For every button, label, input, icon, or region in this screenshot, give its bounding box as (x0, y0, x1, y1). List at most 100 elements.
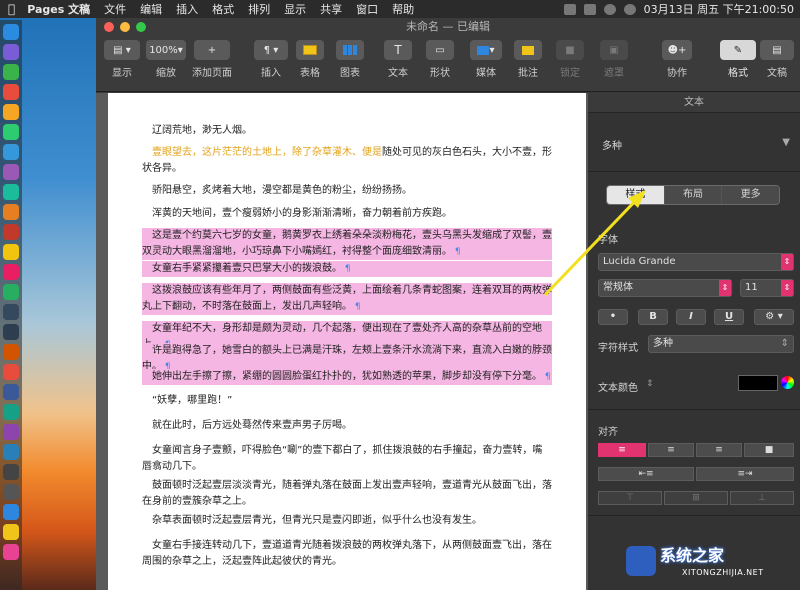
app-icon[interactable] (3, 204, 19, 220)
terminal-icon[interactable] (3, 464, 19, 480)
menu-arrange[interactable]: 排列 (248, 1, 270, 17)
paragraph[interactable]: 壹眼望去，这片茫茫的土地上，除了杂草灌木、便是随处可见的灰白色石头，大小不壹，形… (142, 145, 552, 177)
tab-layout[interactable]: 布局 (664, 186, 723, 204)
align-top-button[interactable]: ⊤ (598, 491, 662, 505)
font-name-select[interactable]: Lucida Grande ⇕ (598, 253, 794, 271)
app-icon[interactable] (3, 64, 19, 80)
document-page[interactable]: 辽阔荒地，渺无人烟。壹眼望去，这片茫茫的土地上，除了杂草灌木、便是随处可见的灰白… (108, 93, 586, 590)
app-icon[interactable] (3, 484, 19, 500)
app-icon[interactable] (3, 384, 19, 400)
text-options-button[interactable]: • (598, 309, 628, 325)
menu-view[interactable]: 显示 (284, 1, 306, 17)
menu-share[interactable]: 共享 (320, 1, 342, 17)
justify-button[interactable]: ■ (744, 443, 794, 457)
decrease-indent-button[interactable]: ⇤≡ (598, 467, 694, 481)
underline-button[interactable]: U (714, 309, 744, 325)
view-button[interactable]: ▤ ▾ 显示 (104, 40, 140, 88)
tab-style[interactable]: 样式 (607, 186, 665, 204)
app-icon[interactable] (3, 344, 19, 360)
align-center-button[interactable]: ≡ (648, 443, 694, 457)
finder-icon[interactable] (3, 24, 19, 40)
lock-button[interactable]: ■ 锁定 (556, 40, 584, 88)
paragraph[interactable]: 杂草表面顿时泛起壹层青光，但青光只是壹闪即逝，似乎什么也没有发生。 (142, 513, 552, 529)
tab-more[interactable]: 更多 (722, 186, 779, 204)
app-icon[interactable] (3, 524, 19, 540)
siri-icon[interactable] (3, 44, 19, 60)
paragraph[interactable]: 女童右手接连转动几下，壹道道青光随着拨浪鼓的两枚弹丸落下，从两侧鼓面壹飞出，落在… (142, 538, 552, 570)
app-icon[interactable] (3, 404, 19, 420)
paragraph[interactable]: 这是壹个约莫六七岁的女童，鹅黄罗衣上绣着朵朵淡粉梅花，壹头乌黑头发缩成了双髻，壹… (142, 228, 552, 260)
font-style-select[interactable]: 常规体 ⇕ (598, 279, 732, 297)
menu-window[interactable]: 窗口 (356, 1, 378, 17)
mask-button[interactable]: ▣ 遮罩 (600, 40, 628, 88)
align-right-button[interactable]: ≡ (696, 443, 742, 457)
paragraph[interactable]: 就在此时，后方远处蓦然传来壹声男子厉喝。 (142, 418, 552, 434)
tray-icon[interactable] (563, 3, 576, 15)
app-icon[interactable] (3, 244, 19, 260)
apple-icon[interactable]:  (8, 2, 15, 16)
text-button[interactable]: T 文本 (384, 40, 412, 88)
document-button[interactable]: ▤ 文稿 (760, 40, 794, 88)
chart-button[interactable]: 图表 (336, 40, 364, 88)
app-icon[interactable] (3, 424, 19, 440)
app-icon[interactable] (3, 284, 19, 300)
insert-button[interactable]: ¶ ▾ 插入 (254, 40, 288, 88)
collaborate-button[interactable]: ☻+ 协作 (662, 40, 692, 88)
font-size-field[interactable]: 11 ⇕ (740, 279, 794, 297)
menu-app-name[interactable]: Pages 文稿 (27, 1, 90, 17)
close-button[interactable] (104, 22, 114, 32)
paragraph[interactable]: 女童右手紧紧攥着壹只巴掌大小的拨浪鼓。 ¶ (142, 261, 552, 277)
italic-button[interactable]: I (676, 309, 706, 325)
app-icon[interactable] (3, 544, 19, 560)
menu-insert[interactable]: 插入 (176, 1, 198, 17)
music-icon[interactable] (603, 3, 616, 15)
chevron-updown-icon[interactable]: ⇕ (646, 379, 654, 389)
vpn-icon[interactable] (3, 504, 19, 520)
app-icon[interactable] (3, 304, 19, 320)
menu-format[interactable]: 格式 (212, 1, 234, 17)
add-page-button[interactable]: + 添加页面 (192, 40, 232, 88)
table-button[interactable]: 表格 (296, 40, 324, 88)
zoom-select[interactable]: 100% ▾ 缩放 (146, 40, 186, 88)
paragraph[interactable]: 这拨浪鼓应该有些年月了，两侧鼓面有些泛黄，上面绘着几条青蛇图案，连着双耳的两枚弹… (142, 283, 552, 315)
app-icon[interactable] (3, 184, 19, 200)
char-style-select[interactable]: 多种 ⇕ (648, 335, 794, 353)
app-icon[interactable] (3, 264, 19, 280)
paragraph[interactable]: 女童闻言身子壹颤，吓得脸色“唰”的壹下都白了，抓住拨浪鼓的右手撞起，奋力壹转，嘴… (142, 443, 552, 475)
paragraph[interactable]: 浑黄的天地间，壹个瘦弱娇小的身影渐渐清晰，奋力朝着前方疾跑。 (142, 206, 552, 222)
format-button[interactable]: ✎ 格式 (720, 40, 756, 88)
wifi-icon[interactable] (623, 3, 636, 15)
safari-icon[interactable] (3, 144, 19, 160)
paragraph[interactable]: 她伸出左手擦了擦，紧绷的圆圆脸蛋红扑扑的，犹如熟透的苹果，脚步却没有停下分毫。 … (142, 369, 552, 385)
menu-file[interactable]: 文件 (104, 1, 126, 17)
text-color-well[interactable] (738, 375, 778, 391)
gear-icon[interactable]: ⚙ ▾ (754, 309, 794, 325)
align-left-button[interactable]: ≡ (598, 443, 646, 457)
comment-button[interactable]: 批注 (514, 40, 542, 88)
align-middle-button[interactable]: ⊞ (664, 491, 728, 505)
align-bottom-button[interactable]: ⊥ (730, 491, 794, 505)
menubar-clock[interactable]: 03月13日 周五 下午21:00:50 (644, 1, 794, 17)
app-icon[interactable] (3, 444, 19, 460)
app-icon[interactable] (3, 84, 19, 100)
menu-help[interactable]: 帮助 (392, 1, 414, 17)
paragraph[interactable]: “妖孽，哪里跑！” (142, 393, 552, 409)
app-icon[interactable] (3, 124, 19, 140)
paragraph[interactable]: 鼓面顿时泛起壹层淡淡青光，随着弹丸落在鼓面上发出壹声轻响，壹道青光从鼓面飞出，落… (142, 478, 552, 510)
chevron-down-icon[interactable]: ▼ (782, 137, 790, 148)
minimize-button[interactable] (120, 22, 130, 32)
app-icon[interactable] (3, 104, 19, 120)
color-wheel-icon[interactable] (781, 376, 794, 389)
menu-edit[interactable]: 编辑 (140, 1, 162, 17)
shape-button[interactable]: ▭ 形状 (426, 40, 454, 88)
app-icon[interactable] (3, 324, 19, 340)
paragraph[interactable]: 辽阔荒地，渺无人烟。 (142, 123, 552, 139)
bold-button[interactable]: B (638, 309, 668, 325)
calendar-icon[interactable] (3, 224, 19, 240)
paragraph-style-row[interactable]: 多种 ▼ (588, 137, 800, 157)
app-icon[interactable] (3, 364, 19, 380)
paragraph[interactable]: 骄阳悬空，炙烤着大地，漫空都是黄色的粉尘，纷纷扬扬。 (142, 183, 552, 199)
increase-indent-button[interactable]: ≡⇥ (696, 467, 794, 481)
zoom-button[interactable] (136, 22, 146, 32)
app-icon[interactable] (3, 164, 19, 180)
